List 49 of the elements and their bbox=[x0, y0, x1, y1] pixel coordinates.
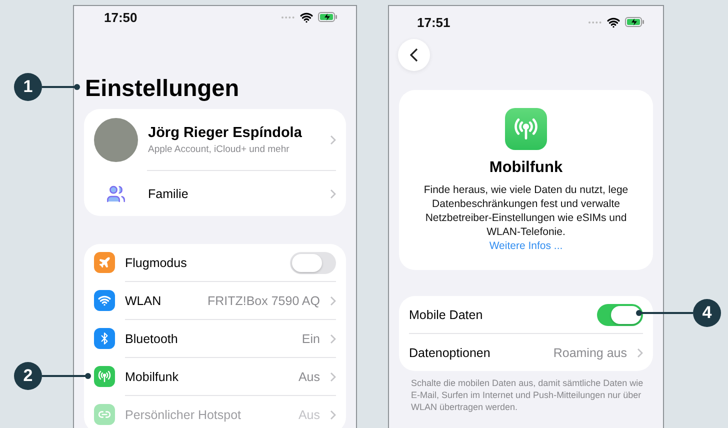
setting-value: Ein bbox=[302, 332, 320, 346]
leader-line bbox=[42, 84, 80, 90]
leader-line bbox=[636, 310, 693, 316]
callout-number: 1 bbox=[14, 73, 42, 101]
setting-value: FRITZ!Box 7590 AQ bbox=[207, 294, 320, 308]
setting-value: Aus bbox=[298, 408, 320, 422]
account-subtitle: Apple Account, iCloud+ und mehr bbox=[148, 144, 290, 154]
toggle-switch[interactable] bbox=[597, 304, 643, 326]
wifi-icon bbox=[300, 10, 313, 24]
setting-label[interactable]: Flugmodus bbox=[125, 256, 280, 270]
page-title: Einstellungen bbox=[85, 74, 240, 103]
setting-label[interactable]: Bluetooth bbox=[125, 332, 292, 346]
airplane-icon bbox=[98, 256, 111, 269]
link-icon bbox=[98, 408, 111, 421]
info-title: Mobilfunk bbox=[489, 159, 563, 177]
status-time: 17:51 bbox=[417, 14, 450, 30]
chevron-icon bbox=[330, 410, 336, 420]
wifi-icon bbox=[98, 294, 111, 307]
signal-dots-icon bbox=[588, 20, 602, 24]
chevron-icon bbox=[330, 296, 336, 306]
setting-label[interactable]: Mobilfunk bbox=[125, 370, 288, 384]
setting-label[interactable]: Familie bbox=[148, 186, 320, 200]
chevron-icon bbox=[330, 372, 336, 382]
callout-number: 4 bbox=[693, 299, 721, 327]
bluetooth-icon bbox=[98, 332, 111, 345]
chevron-icon bbox=[330, 188, 336, 198]
chevron-icon bbox=[330, 134, 336, 144]
setting-value: Aus bbox=[298, 370, 320, 384]
family-icon bbox=[106, 184, 126, 204]
signal-dots-icon bbox=[281, 16, 295, 18]
setting-label[interactable]: Mobile Daten bbox=[409, 308, 587, 322]
footer-note: Schalte die mobilen Daten aus, damit sämtliche Daten wie E-Mail, Surfen im Internet und Push-Mitteilungen nur über WLAN übertragen werden. bbox=[411, 377, 644, 413]
setting-value: Roaming aus bbox=[553, 346, 627, 360]
callout-number: 2 bbox=[14, 362, 42, 390]
setting-label[interactable]: Datenoptionen bbox=[409, 346, 544, 360]
info-description: Finde heraus, wie viele Daten du nutzt, lege Datenbeschränkungen fest und verwalte Netzbetreiber-Einstellungen wie eSIMs und WLAN-Telefonie. bbox=[422, 183, 630, 239]
toggle-switch[interactable] bbox=[290, 252, 336, 274]
chevron-icon bbox=[637, 348, 643, 358]
battery-charging-icon bbox=[625, 17, 645, 27]
leader-line bbox=[42, 373, 91, 379]
avatar bbox=[94, 118, 138, 162]
setting-label[interactable]: WLAN bbox=[125, 294, 198, 308]
chevron-left-icon bbox=[410, 48, 418, 62]
battery-charging-icon bbox=[318, 12, 338, 22]
account-name[interactable]: Jörg Rieger Espíndola bbox=[148, 124, 320, 140]
status-time: 17:50 bbox=[104, 10, 138, 24]
wifi-icon bbox=[607, 16, 620, 28]
chevron-icon bbox=[330, 334, 336, 344]
back-button[interactable] bbox=[398, 39, 430, 71]
